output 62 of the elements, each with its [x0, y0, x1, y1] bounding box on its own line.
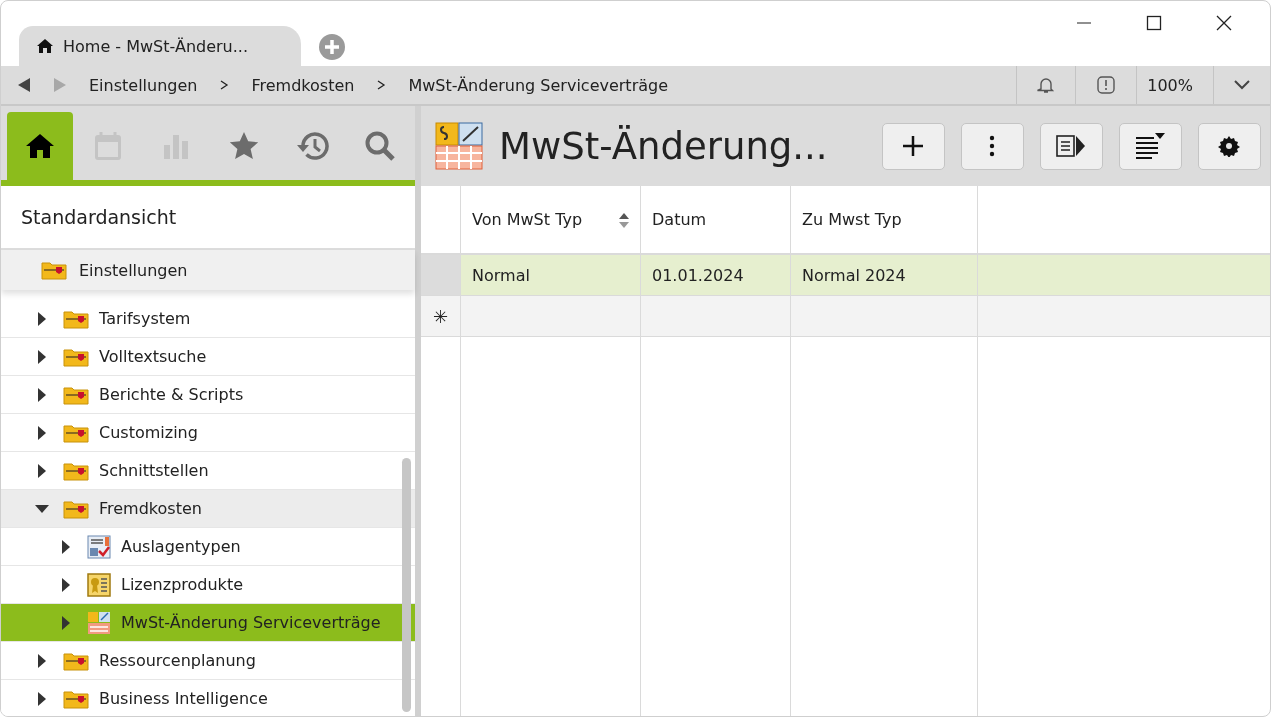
tree-item[interactable]: Tarifsystem — [1, 300, 415, 338]
folder-icon — [63, 650, 89, 671]
folder-icon — [63, 308, 89, 329]
table-cell: 01.01.2024 — [641, 255, 791, 295]
side-panel-button[interactable] — [1039, 122, 1103, 170]
browser-tab[interactable]: Home - MwSt-Änderu... — [19, 26, 301, 66]
column-header[interactable]: Zu Mwst Typ — [791, 186, 978, 253]
tree-item[interactable]: Fremdkosten — [1, 490, 415, 528]
lines-caret-icon — [1135, 133, 1166, 159]
calendar-icon — [94, 131, 122, 161]
settings-button[interactable] — [1197, 122, 1261, 170]
maximize-icon[interactable] — [1146, 15, 1162, 31]
close-icon[interactable] — [1216, 15, 1232, 31]
folder-icon — [63, 460, 89, 481]
certificate-icon — [87, 572, 111, 597]
folder-icon — [41, 260, 67, 280]
column-header[interactable]: Von MwSt Typ — [461, 186, 641, 253]
table-cell: Normal 2024 — [791, 255, 978, 295]
breadcrumb-link[interactable]: MwSt-Änderung Serviceverträge — [408, 75, 668, 95]
column-header[interactable]: Datum — [641, 186, 791, 253]
tax-table-icon — [435, 122, 483, 170]
folder-icon — [63, 346, 89, 367]
tree-item[interactable]: Berichte & Scripts — [1, 376, 415, 414]
history-icon — [295, 131, 329, 161]
more-vertical-icon — [989, 135, 996, 157]
page-title: MwSt-Änderung... — [499, 124, 828, 168]
settings-icon — [1218, 135, 1241, 157]
tree-item[interactable]: MwSt-Änderung Serviceverträge — [1, 604, 415, 642]
separator-icon — [219, 80, 230, 90]
star-icon — [229, 131, 259, 161]
tree-root-label: Einstellungen — [79, 260, 188, 280]
add-button[interactable] — [881, 122, 945, 170]
scrollbar[interactable] — [402, 458, 411, 712]
home-icon — [25, 133, 55, 159]
chevron-down-icon[interactable] — [1234, 80, 1250, 90]
bar-chart-icon — [163, 133, 189, 159]
back-icon[interactable] — [17, 77, 31, 93]
plus-icon — [902, 135, 925, 157]
sort-menu-button[interactable] — [1118, 122, 1182, 170]
home-icon — [37, 39, 53, 53]
breadcrumb-link[interactable]: Fremdkosten — [251, 75, 355, 95]
tree-item[interactable]: Volltextsuche — [1, 338, 415, 376]
add-tab-icon[interactable] — [319, 34, 345, 60]
sidebar-tab[interactable] — [7, 112, 73, 180]
folder-icon — [63, 422, 89, 443]
zoom-level[interactable]: 100% — [1136, 66, 1213, 104]
search-icon — [364, 130, 396, 162]
breadcrumb-link[interactable]: Einstellungen — [89, 75, 198, 95]
alert-icon[interactable] — [1096, 75, 1117, 95]
tree-root-header[interactable]: Einstellungen — [1, 250, 415, 290]
tax-table-icon — [87, 610, 111, 635]
separator-icon — [376, 80, 387, 90]
table-cell: Normal — [461, 255, 641, 295]
document-arrow-icon — [1056, 135, 1087, 157]
form-check-icon — [87, 534, 111, 559]
folder-icon — [63, 498, 89, 519]
folder-icon — [63, 688, 89, 709]
collapse-caret-icon — [35, 503, 49, 514]
bell-icon[interactable] — [1037, 76, 1056, 94]
folder-icon — [63, 384, 89, 405]
tree-item[interactable]: Customizing — [1, 414, 415, 452]
table-row[interactable]: Normal 01.01.2024 Normal 2024 — [421, 255, 1270, 296]
